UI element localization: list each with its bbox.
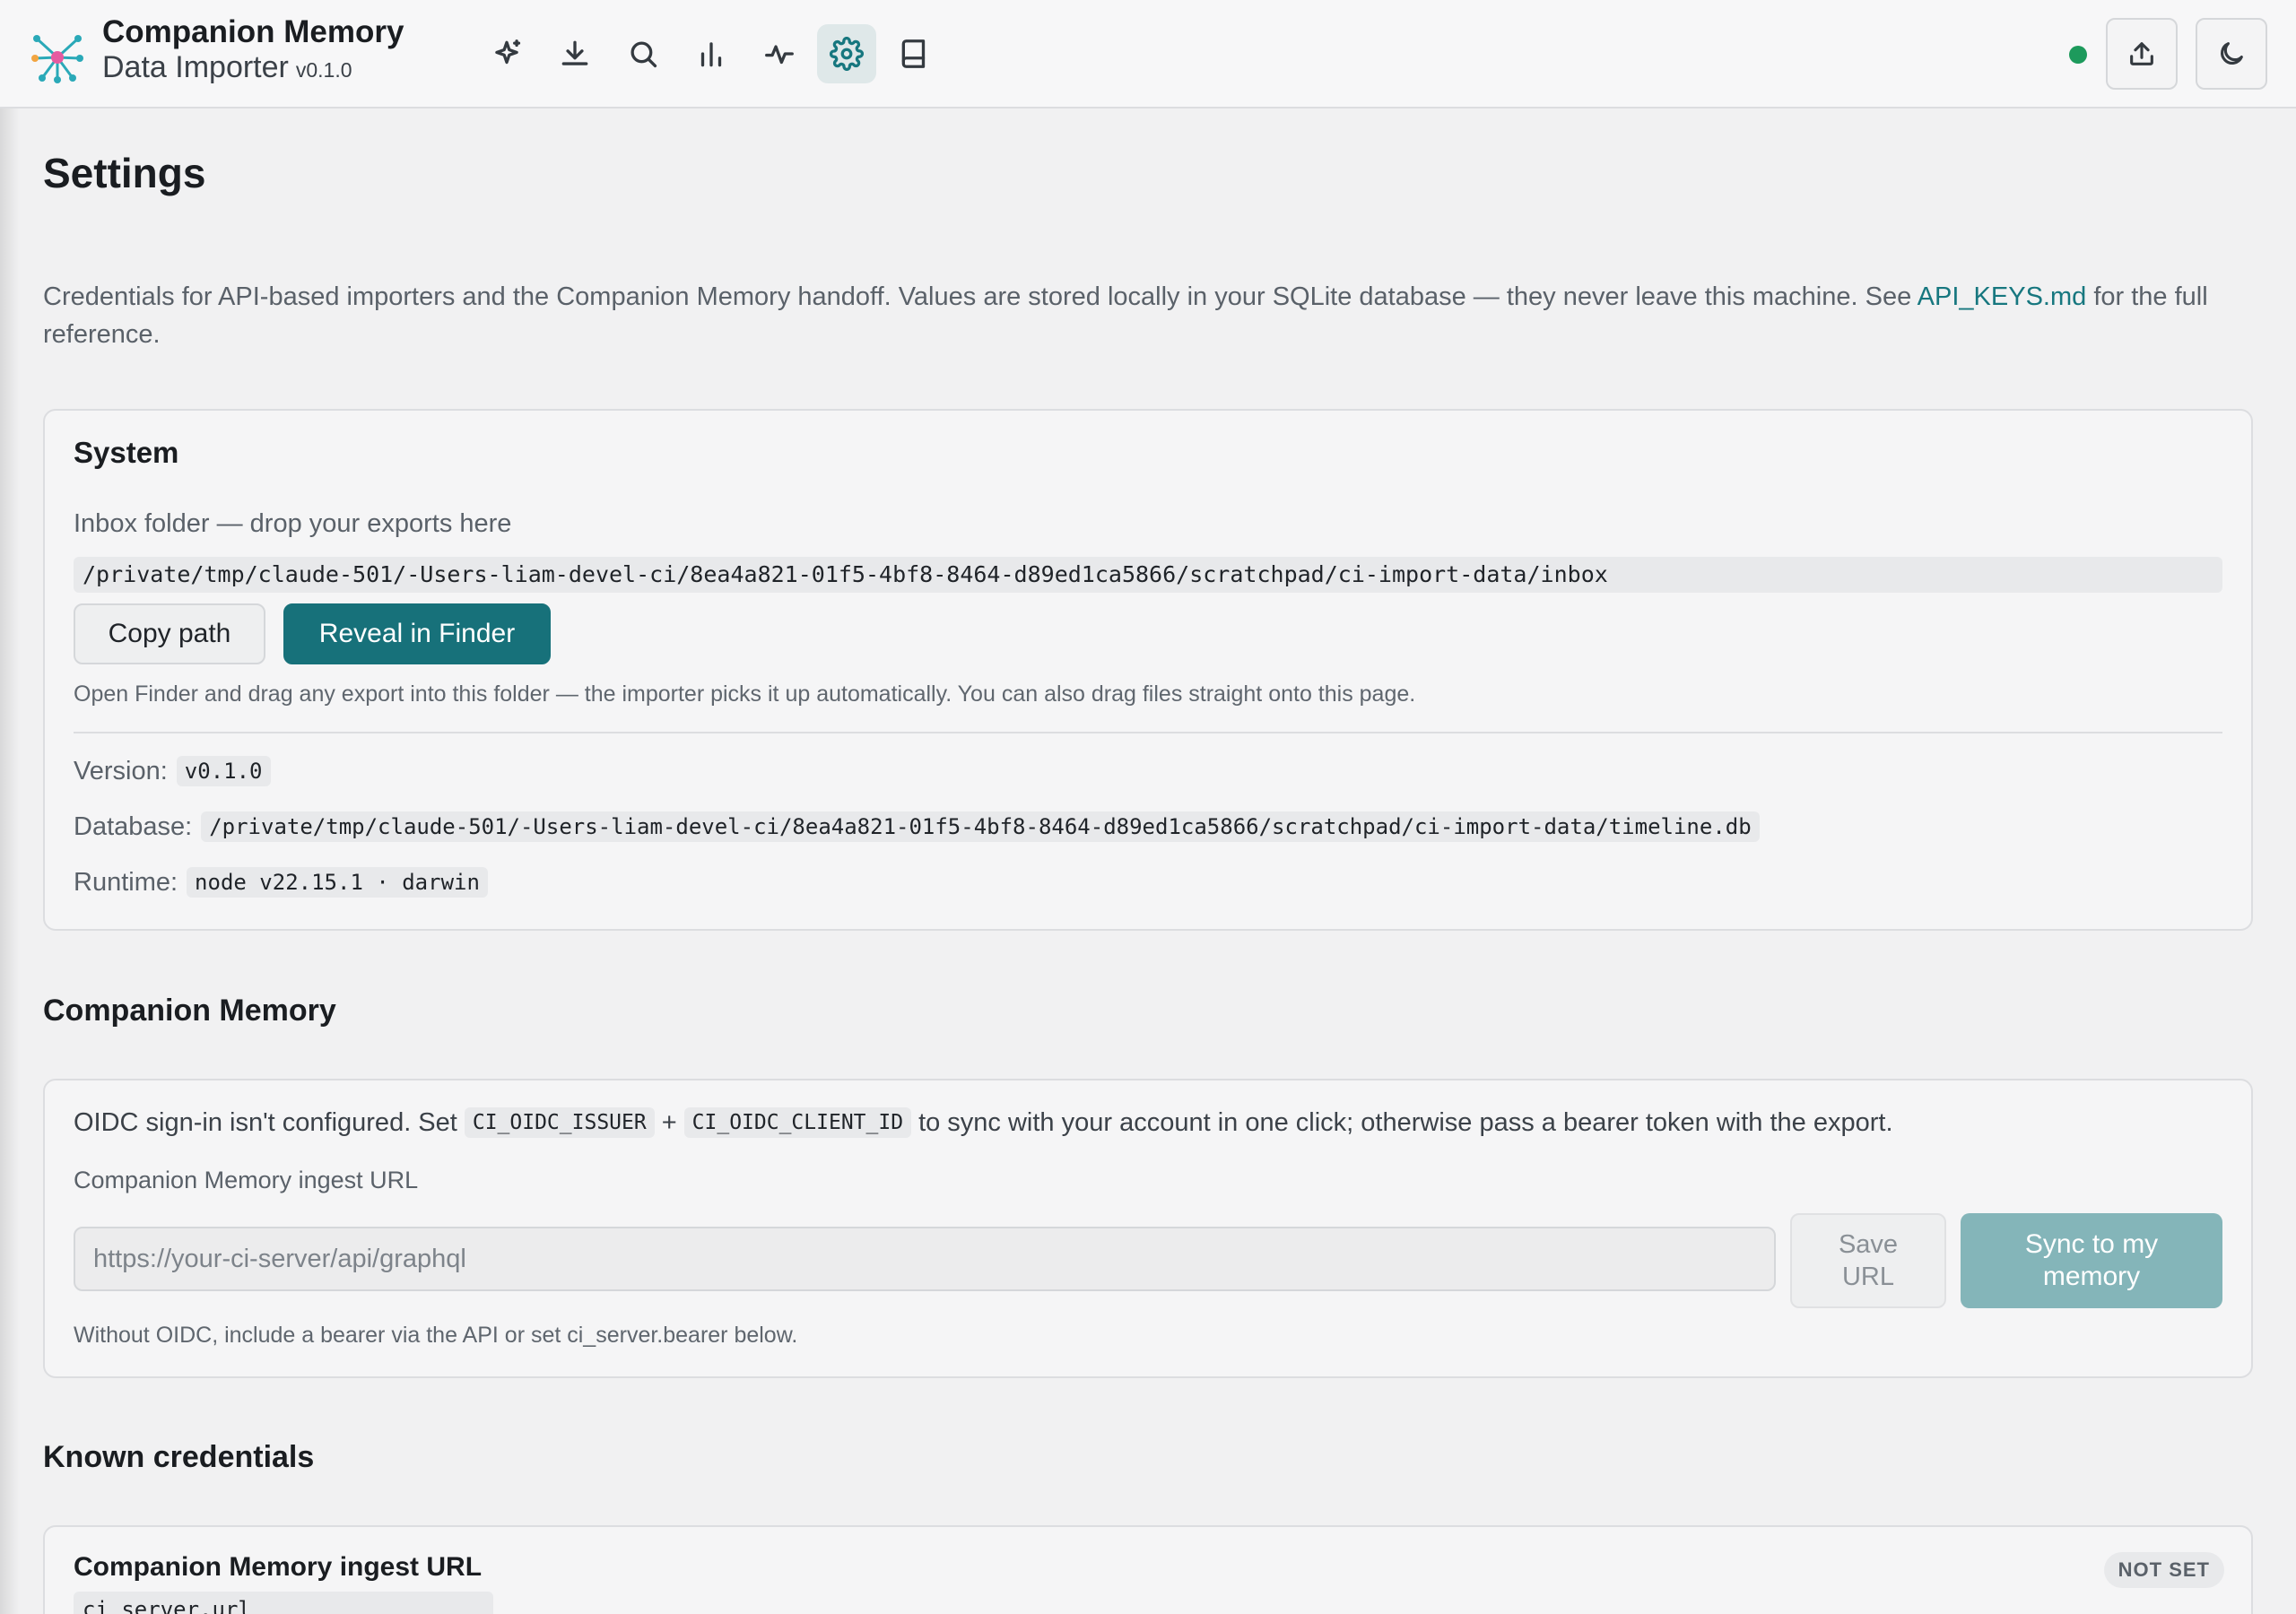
nav-stats-button[interactable] <box>682 24 741 83</box>
sync-to-memory-button[interactable]: Sync to my memory <box>1961 1213 2222 1308</box>
app-version: v0.1.0 <box>295 58 352 82</box>
credential-title: Companion Memory ingest URL <box>74 1552 483 1582</box>
oidc-notice-text: OIDC sign-in isn't configured. Set <box>74 1107 457 1137</box>
nav-import-button[interactable] <box>545 24 604 83</box>
search-icon <box>631 41 657 68</box>
inbox-folder-path: /private/tmp/claude-501/-Users-liam-deve… <box>74 557 2222 593</box>
app-subtitle-text: Data Importer <box>102 50 289 84</box>
app-subtitle: Data Importer v0.1.0 <box>102 50 352 85</box>
oidc-notice-tail: to sync with your account in one click; … <box>918 1107 1893 1137</box>
activity-icon <box>765 45 794 65</box>
theme-toggle-button[interactable] <box>2196 18 2267 90</box>
companion-memory-heading: Companion Memory <box>43 994 336 1028</box>
database-row: Database: /private/tmp/claude-501/-Users… <box>74 811 1760 842</box>
ingest-url-input[interactable] <box>74 1227 1776 1291</box>
credential-status-badge: NOT SET <box>2103 1552 2224 1588</box>
runtime-row: Runtime: node v22.15.1 · darwin <box>74 867 488 898</box>
nav-activity-button[interactable] <box>750 24 809 83</box>
bearer-hint: Without OIDC, include a bearer via the A… <box>74 1323 798 1348</box>
oidc-issuer-var: CI_OIDC_ISSUER <box>464 1107 655 1138</box>
nav-docs-button[interactable] <box>885 24 944 83</box>
save-url-line2: URL <box>1841 1263 1894 1291</box>
runtime-label: Runtime: <box>74 867 178 897</box>
version-label: Version: <box>74 756 168 785</box>
ingest-url-label: Companion Memory ingest URL <box>74 1167 419 1193</box>
credential-key: ci_server.url <box>74 1592 493 1614</box>
moon-icon <box>2221 42 2243 65</box>
system-card: System Inbox folder — drop your exports … <box>43 409 2253 931</box>
nav-sparkles-button[interactable] <box>477 24 536 83</box>
database-path: /private/tmp/claude-501/-Users-liam-deve… <box>201 811 1760 842</box>
nav-settings-button[interactable] <box>817 24 876 83</box>
system-heading: System <box>74 436 179 469</box>
settings-intro: Credentials for API-based importers and … <box>43 278 2258 353</box>
oidc-client-id-var: CI_OIDC_CLIENT_ID <box>683 1107 912 1138</box>
save-url-button[interactable]: Save URL <box>1790 1213 1946 1308</box>
window-edge-shadow <box>0 0 20 1614</box>
page-title: Settings <box>43 150 206 196</box>
sync-line2: memory <box>2042 1262 2141 1291</box>
system-divider <box>74 732 2222 733</box>
app-title: Companion Memory <box>102 14 404 49</box>
export-button[interactable] <box>2106 18 2178 90</box>
database-label: Database: <box>74 811 193 841</box>
version-row: Version: v0.1.0 <box>74 756 271 786</box>
copy-path-button[interactable]: Copy path <box>74 603 265 664</box>
upload-icon <box>2130 42 2153 65</box>
top-bar: Companion Memory Data Importer v0.1.0 <box>0 0 2296 108</box>
download-icon <box>561 40 588 65</box>
version-value: v0.1.0 <box>176 756 271 786</box>
intro-text: Credentials for API-based importers and … <box>43 282 1918 311</box>
sparkles-icon <box>495 39 521 65</box>
reveal-in-finder-button[interactable]: Reveal in Finder <box>283 603 551 664</box>
oidc-notice: OIDC sign-in isn't configured. Set CI_OI… <box>74 1107 1893 1138</box>
bar-chart-icon <box>700 42 722 67</box>
save-url-line1: Save <box>1838 1230 1899 1259</box>
credential-card: Companion Memory ingest URL NOT SET ci_s… <box>43 1525 2253 1614</box>
app-logo-icon <box>31 35 83 83</box>
sync-line1: Sync to my <box>2024 1229 2159 1259</box>
runtime-value: node v22.15.1 · darwin <box>187 867 488 898</box>
gear-icon <box>830 37 864 71</box>
inbox-hint: Open Finder and drag any export into thi… <box>74 681 1416 707</box>
connection-status-dot <box>2069 46 2087 64</box>
nav-search-button[interactable] <box>613 24 673 83</box>
oidc-plus: + <box>661 1107 677 1137</box>
api-keys-link[interactable]: API_KEYS.md <box>1918 282 2087 311</box>
companion-memory-card: OIDC sign-in isn't configured. Set CI_OI… <box>43 1079 2253 1378</box>
known-credentials-heading: Known credentials <box>43 1440 315 1474</box>
inbox-folder-label: Inbox folder — drop your exports here <box>74 509 512 538</box>
book-icon <box>901 39 926 68</box>
